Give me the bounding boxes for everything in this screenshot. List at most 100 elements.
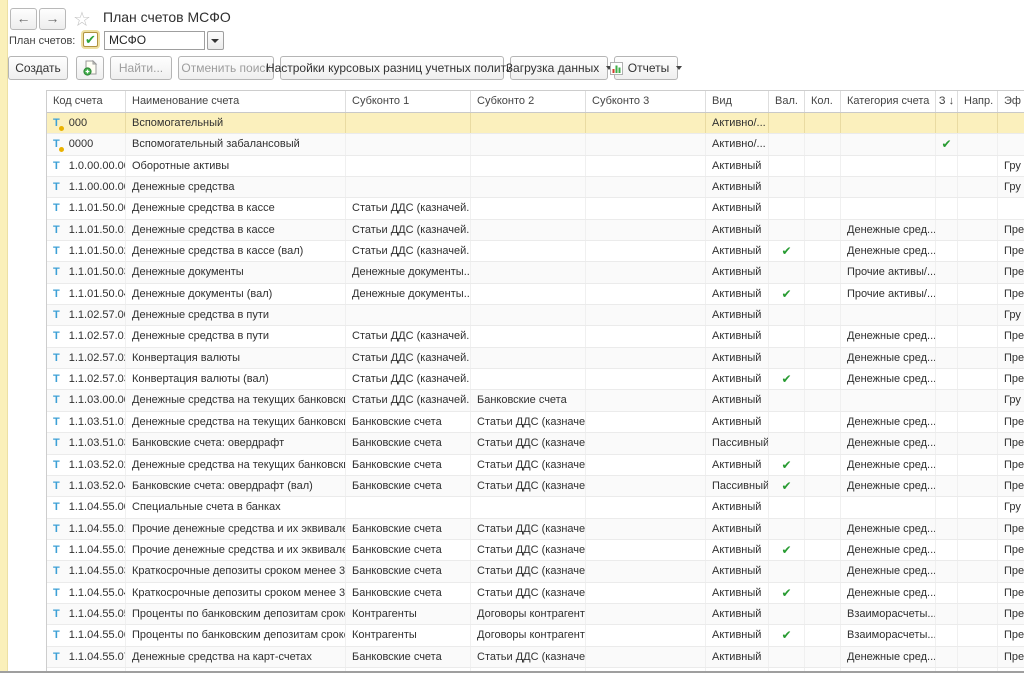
cell-name: Вспомогательный забалансовый xyxy=(126,134,346,154)
table-row[interactable]: Т1.1.03.52.04Банковские счета: овердрафт… xyxy=(47,476,1024,497)
table-row[interactable]: Т1.1.04.55.07Денежные средства на карт-с… xyxy=(47,647,1024,668)
table-row[interactable]: Т1.1.01.50.02Денежные средства в кассе (… xyxy=(47,241,1024,262)
cell-sub1: Статьи ДДС (казначей... xyxy=(346,369,471,389)
cell-ef: Пре xyxy=(998,412,1024,432)
cell-kat: Денежные сред... xyxy=(841,476,936,496)
cell-val xyxy=(769,198,805,218)
cell-vid: Активный xyxy=(706,284,769,304)
account-type-icon: Т xyxy=(53,177,60,197)
table-row[interactable]: Т1.0.00.00.00Оборотные активыАктивныйГру xyxy=(47,156,1024,177)
favorite-star-icon[interactable]: ☆ xyxy=(73,7,91,32)
cell-kol xyxy=(805,134,841,154)
table-row[interactable]: Т1.1.01.50.03Денежные документыДенежные … xyxy=(47,262,1024,283)
create-button[interactable]: Создать xyxy=(8,56,68,80)
cell-vid: Активный xyxy=(706,583,769,603)
column-header-z[interactable]: З ↓ xyxy=(936,91,958,112)
cell-sub1: Банковские счета xyxy=(346,583,471,603)
column-header-sub3[interactable]: Субконто 3 xyxy=(586,91,706,112)
reports-menu-button[interactable]: Отчеты xyxy=(614,56,678,80)
table-row[interactable]: Т1.1.04.55.01Прочие денежные средства и … xyxy=(47,519,1024,540)
table-row[interactable]: Т1.1.04.55.06Проценты по банковским депо… xyxy=(47,625,1024,646)
cancel-search-button[interactable]: Отменить поиск xyxy=(178,56,274,80)
chart-filter-checkbox[interactable]: ✔ xyxy=(83,32,98,47)
account-type-icon: Т xyxy=(53,476,60,496)
table-row[interactable]: Т1.1.02.57.00Денежные средства в путиАкт… xyxy=(47,305,1024,326)
currency-diff-settings-button[interactable]: Настройки курсовых разниц учетных полити… xyxy=(280,56,504,80)
cell-code: Т1.1.04.55.07 xyxy=(47,647,126,667)
cell-code: Т1.1.04.55.00 xyxy=(47,497,126,517)
cell-sub1 xyxy=(346,177,471,197)
cell-kol xyxy=(805,262,841,282)
cell-sub3 xyxy=(586,305,706,325)
back-button[interactable]: ← xyxy=(10,8,37,30)
cell-sub2: Статьи ДДС (казначей... xyxy=(471,455,586,475)
cell-napr xyxy=(958,134,998,154)
column-header-name[interactable]: Наименование счета xyxy=(126,91,346,112)
cell-val xyxy=(769,134,805,154)
table-row[interactable]: Т1.1.04.55.02Прочие денежные средства и … xyxy=(47,540,1024,561)
table-row[interactable]: Т1.1.04.55.00Специальные счета в банкахА… xyxy=(47,497,1024,518)
table-row[interactable]: Т1.1.03.51.03Банковские счета: овердрафт… xyxy=(47,433,1024,454)
cell-sub1: Банковские счета xyxy=(346,561,471,581)
table-row[interactable]: Т1.1.00.00.00Денежные средстваАктивныйГр… xyxy=(47,177,1024,198)
cell-z xyxy=(936,390,958,410)
cell-vid: Активный xyxy=(706,647,769,667)
column-header-kat[interactable]: Категория счета xyxy=(841,91,936,112)
column-header-ef[interactable]: Эф xyxy=(998,91,1024,112)
cell-sub3 xyxy=(586,497,706,517)
table-row[interactable]: Т1.1.02.57.03Конвертация валюты (вал)Ста… xyxy=(47,369,1024,390)
cell-z xyxy=(936,583,958,603)
table-row[interactable]: Т1.1.03.51.01Денежные средства на текущи… xyxy=(47,412,1024,433)
find-button[interactable]: Найти... xyxy=(110,56,172,80)
cell-ef: Пре xyxy=(998,284,1024,304)
chart-filter-dropdown-button[interactable] xyxy=(207,31,224,50)
table-row[interactable]: Т1.1.04.55.04Краткосрочные депозиты срок… xyxy=(47,583,1024,604)
cell-ef: Пре xyxy=(998,647,1024,667)
table-row[interactable]: Т000ВспомогательныйАктивно/... xyxy=(47,113,1024,134)
cell-napr xyxy=(958,583,998,603)
column-header-sub2[interactable]: Субконто 2 xyxy=(471,91,586,112)
table-row[interactable]: Т1.1.03.00.00Денежные средства на текущи… xyxy=(47,390,1024,411)
currency-check-icon: ✔ xyxy=(781,458,791,472)
column-header-val[interactable]: Вал. xyxy=(769,91,805,112)
column-header-kol[interactable]: Кол. xyxy=(805,91,841,112)
table-row[interactable]: Т1.1.03.52.02Денежные средства на текущи… xyxy=(47,455,1024,476)
cell-z xyxy=(936,412,958,432)
settings-button-label: Настройки курсовых разниц учетных полити… xyxy=(266,61,518,75)
cell-z xyxy=(936,647,958,667)
account-type-icon: Т xyxy=(53,305,60,325)
chart-filter-combobox[interactable]: МСФО xyxy=(104,31,205,50)
account-type-icon: Т xyxy=(53,220,60,240)
table-row[interactable]: Т0000Вспомогательный забалансовыйАктивно… xyxy=(47,134,1024,155)
cell-z xyxy=(936,177,958,197)
table-row[interactable]: Т1.1.04.55.05Проценты по банковским депо… xyxy=(47,604,1024,625)
cell-sub3 xyxy=(586,284,706,304)
table-row[interactable]: Т1.1.01.50.00Денежные средства в кассеСт… xyxy=(47,198,1024,219)
cell-ef: Пре xyxy=(998,519,1024,539)
cell-ef: Пре xyxy=(998,262,1024,282)
forward-button[interactable]: → xyxy=(39,8,66,30)
table-row[interactable]: Т1.1.04.55.03Краткосрочные депозиты срок… xyxy=(47,561,1024,582)
cell-val xyxy=(769,156,805,176)
cell-name: Проценты по банковским депозитам сроком.… xyxy=(126,604,346,624)
table-row[interactable]: Т1.1.02.57.01Денежные средства в путиСта… xyxy=(47,326,1024,347)
column-header-sub1[interactable]: Субконто 1 xyxy=(346,91,471,112)
column-header-napr[interactable]: Напр. xyxy=(958,91,998,112)
account-type-icon: Т xyxy=(53,583,60,603)
cell-vid: Активный xyxy=(706,455,769,475)
cell-z xyxy=(936,284,958,304)
cell-vid: Активный xyxy=(706,262,769,282)
table-row[interactable]: Т1.1.02.57.02Конвертация валютыСтатьи ДД… xyxy=(47,348,1024,369)
cell-val xyxy=(769,262,805,282)
table-row[interactable]: Т1.1.01.50.04Денежные документы (вал)Ден… xyxy=(47,284,1024,305)
table-row[interactable]: Т1.1.01.50.01Денежные средства в кассеСт… xyxy=(47,220,1024,241)
cell-kat: Денежные сред... xyxy=(841,540,936,560)
column-header-code[interactable]: Код счета xyxy=(47,91,126,112)
load-data-menu-button[interactable]: Загрузка данных xyxy=(510,56,608,80)
cell-name: Денежные средства в кассе xyxy=(126,220,346,240)
cell-name: Оборотные активы xyxy=(126,156,346,176)
column-header-vid[interactable]: Вид xyxy=(706,91,769,112)
cell-sub1: Статьи ДДС (казначей... xyxy=(346,220,471,240)
cell-sub3 xyxy=(586,198,706,218)
create-group-button[interactable] xyxy=(76,56,104,80)
